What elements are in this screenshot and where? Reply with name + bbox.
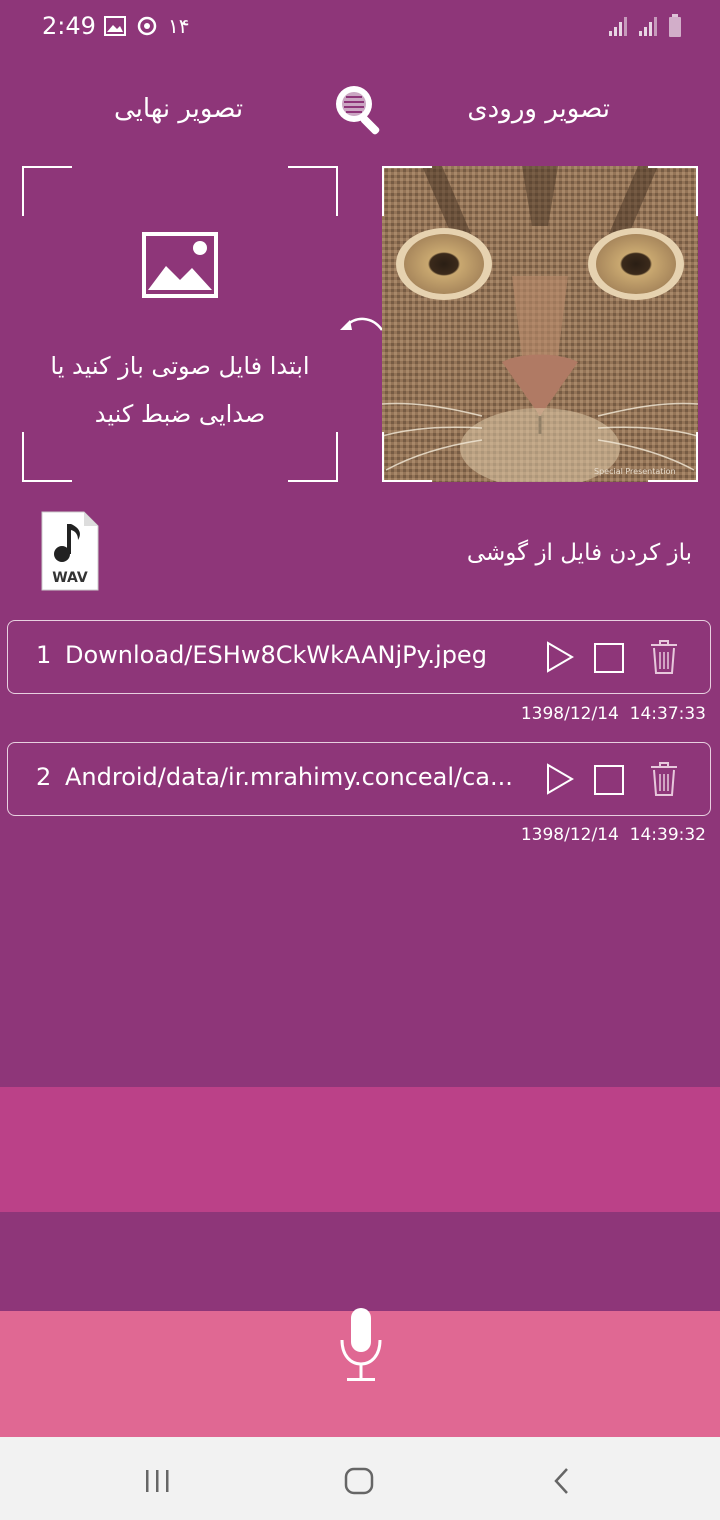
empty-message: ابتدا فایل صوتی باز کنید یا صدایی ضبط کن… (50, 352, 310, 428)
frame-corner (22, 432, 72, 482)
image-placeholder-icon (142, 232, 218, 298)
item-timestamp: 1398/12/14 14:37:33 (520, 704, 706, 724)
item-path: Download/ESHw8CkWkAANjPy.jpeg (65, 641, 487, 669)
microphone-icon[interactable] (339, 1306, 383, 1386)
signal-icon (639, 17, 657, 36)
wav-label: WAV (52, 570, 88, 586)
sync-icon (137, 16, 157, 36)
final-image-frame: ابتدا فایل صوتی باز کنید یا صدایی ضبط کن… (22, 166, 338, 482)
battery-icon (669, 14, 681, 37)
action-band[interactable] (0, 1087, 720, 1212)
input-image[interactable]: Special Presentation (382, 166, 698, 482)
list-item[interactable]: 1 Download/ESHw8CkWkAANjPy.jpeg (7, 620, 711, 694)
trash-icon[interactable] (650, 640, 678, 674)
recent-apps-icon[interactable] (144, 1470, 172, 1492)
frame-corner (648, 432, 698, 482)
status-time: 2:49 (42, 12, 96, 40)
item-index: 1 (36, 641, 52, 669)
tab-final-image[interactable]: تصویر نهایی (114, 94, 243, 124)
image-icon (104, 16, 126, 36)
list-item[interactable]: 2 Android/data/ir.mrahimy.conceal/ca... (7, 742, 711, 816)
signal-icon (609, 17, 627, 36)
trash-icon[interactable] (650, 762, 678, 796)
status-left-icons: ۱۴ (104, 14, 189, 38)
frame-corner (382, 166, 432, 216)
item-index: 2 (36, 763, 52, 791)
stop-icon[interactable] (594, 643, 624, 673)
item-path: Android/data/ir.mrahimy.conceal/ca... (65, 763, 513, 791)
frame-corner (288, 166, 338, 216)
frame-corner (22, 166, 72, 216)
play-icon[interactable] (546, 763, 574, 795)
search-icon[interactable] (332, 82, 390, 140)
open-file-label[interactable]: باز کردن فایل از گوشی (467, 540, 692, 566)
frame-corner (648, 166, 698, 216)
tab-input-image[interactable]: تصویر ورودی (467, 94, 610, 124)
play-icon[interactable] (546, 641, 574, 673)
wav-file-icon[interactable]: WAV (40, 510, 100, 592)
item-timestamp: 1398/12/14 14:39:32 (520, 825, 706, 845)
frame-corner (288, 432, 338, 482)
arrow-left-icon (340, 317, 384, 331)
status-number: ۱۴ (168, 14, 190, 38)
stop-icon[interactable] (594, 765, 624, 795)
home-icon[interactable] (344, 1467, 374, 1495)
status-right-icons (608, 14, 682, 38)
back-icon[interactable] (552, 1467, 570, 1495)
frame-corner (382, 432, 432, 482)
